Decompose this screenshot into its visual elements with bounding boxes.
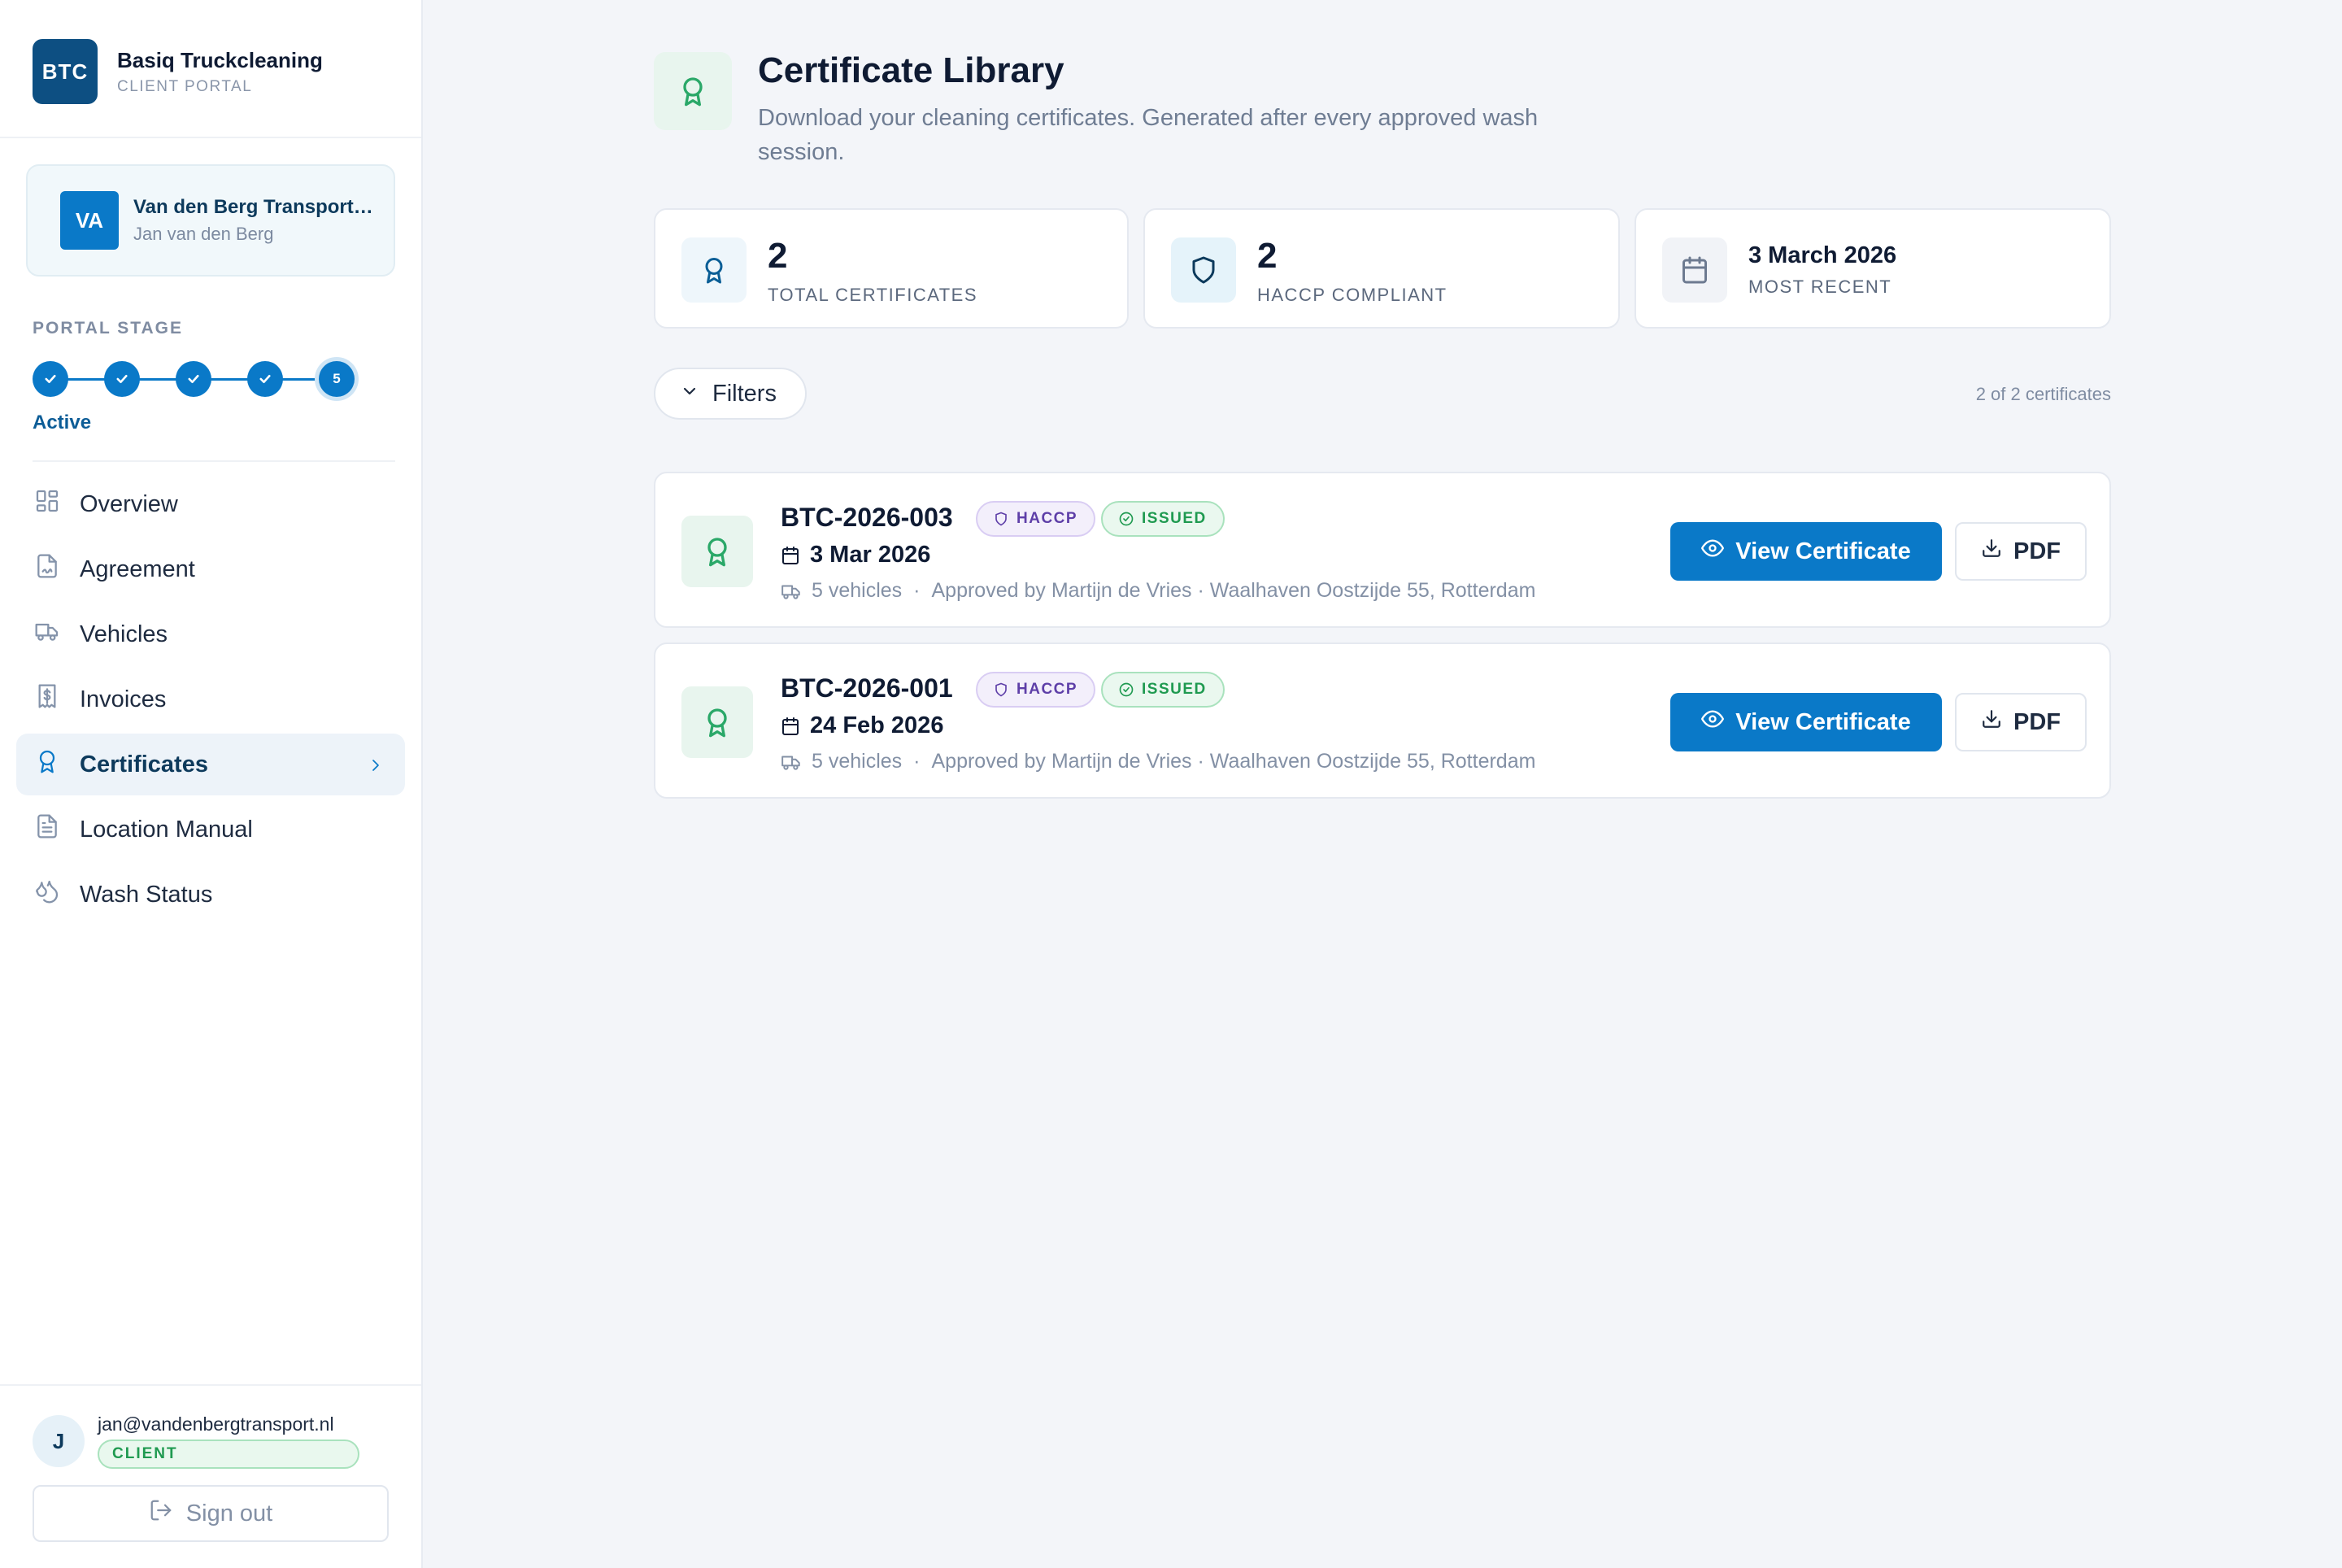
page-title: Certificate Library: [758, 50, 1064, 90]
sidebar-item-label: Invoices: [80, 686, 167, 712]
divider: [33, 460, 395, 462]
log-out-icon: [149, 1498, 186, 1529]
droplets-icon: [34, 878, 60, 911]
role-badge: CLIENT: [98, 1440, 359, 1469]
shield-icon: [995, 512, 1007, 526]
sidebar: BTC Basiq Truckcleaning CLIENT PORTAL VA…: [0, 0, 423, 1568]
step-current: 5: [319, 361, 355, 397]
eye-icon: [1701, 708, 1735, 737]
signed-document-icon: [34, 553, 60, 586]
truck-icon: [781, 585, 800, 599]
stat-label: HACCP COMPLIANT: [1257, 285, 1447, 305]
sidebar-item-invoices[interactable]: Invoices: [16, 669, 405, 730]
account-avatar: VA: [60, 191, 119, 250]
invoice-dollar-icon: [34, 683, 60, 716]
download-icon: [1981, 708, 2013, 736]
sidebar-item-location-manual[interactable]: Location Manual: [16, 799, 405, 860]
step-complete-check-icon: [104, 361, 140, 397]
portal-stage-status: Active: [33, 412, 92, 433]
brand-logo: BTC: [33, 39, 98, 104]
issued-badge: ISSUED: [1101, 672, 1225, 708]
sidebar-item-label: Overview: [80, 490, 178, 517]
step-complete-check-icon: [33, 361, 68, 397]
sidebar-item-wash-status[interactable]: Wash Status: [16, 864, 405, 926]
user-email: jan@vandenbergtransport.nl: [98, 1413, 334, 1435]
sidebar-nav: Overview Agreement Vehicles Invoices Cer…: [16, 473, 405, 929]
calendar-icon: [782, 546, 799, 564]
certificate-count: 2 of 2 certificates: [1975, 384, 2111, 404]
calendar-icon: [1662, 237, 1727, 303]
brand[interactable]: BTC Basiq Truckcleaning CLIENT PORTAL: [33, 39, 323, 104]
truck-icon: [781, 756, 800, 770]
stat-value: 2: [1257, 236, 1278, 276]
user-avatar: J: [33, 1415, 85, 1467]
divider: [0, 137, 421, 138]
certificate-row: BTC-2026-001 HACCP ISSUED 24 Feb 2026 5 …: [654, 642, 2111, 799]
award-icon: [681, 237, 747, 303]
portal-stage-stepper: 5: [33, 361, 358, 397]
divider: [0, 1384, 421, 1386]
page-subtitle: Download your cleaning certificates. Gen…: [758, 105, 1539, 165]
view-certificate-button[interactable]: View Certificate: [1670, 693, 1942, 751]
step-complete-check-icon: [176, 361, 211, 397]
sidebar-item-overview[interactable]: Overview: [16, 473, 405, 535]
issued-badge: ISSUED: [1101, 501, 1225, 537]
sidebar-item-vehicles[interactable]: Vehicles: [16, 603, 405, 665]
sidebar-item-agreement[interactable]: Agreement: [16, 538, 405, 600]
stat-label: MOST RECENT: [1748, 277, 1892, 297]
award-icon: [681, 686, 753, 758]
view-certificate-button[interactable]: View Certificate: [1670, 522, 1942, 581]
document-icon: [34, 813, 60, 846]
stat-card-total-certificates: 2 TOTAL CERTIFICATES: [654, 208, 1129, 329]
sidebar-item-label: Wash Status: [80, 881, 213, 908]
account-company: Van den Berg Transport…: [133, 196, 373, 218]
filters-button[interactable]: Filters: [654, 368, 807, 420]
sign-out-label: Sign out: [185, 1500, 273, 1527]
shield-icon: [1171, 237, 1236, 303]
chevron-down-icon: [680, 381, 712, 407]
brand-name: Basiq Truckcleaning: [117, 47, 323, 72]
stat-value: 2: [768, 236, 788, 276]
certificate-meta: 5 vehicles · Approved by Martijn de Vrie…: [781, 750, 1535, 773]
truck-icon: [34, 618, 60, 651]
chevron-right-icon: [366, 755, 385, 774]
certificate-date: 3 Mar 2026: [781, 542, 930, 568]
certificate-id: BTC-2026-003: [781, 503, 953, 532]
step-complete-check-icon: [247, 361, 283, 397]
check-circle-icon: [1119, 682, 1134, 697]
certificate-date: 24 Feb 2026: [781, 712, 943, 739]
sidebar-item-certificates[interactable]: Certificates: [16, 734, 405, 795]
filters-label: Filters: [712, 380, 777, 407]
stat-card-haccp-compliant: 2 HACCP COMPLIANT: [1143, 208, 1620, 329]
download-icon: [1981, 538, 2013, 565]
sidebar-item-label: Vehicles: [80, 621, 168, 647]
award-icon: [681, 516, 753, 587]
download-pdf-button[interactable]: PDF: [1955, 693, 2087, 751]
award-icon: [34, 748, 60, 781]
sidebar-item-label: Agreement: [80, 555, 195, 582]
sidebar-item-label: Certificates: [80, 751, 208, 777]
stat-label: TOTAL CERTIFICATES: [768, 285, 978, 305]
account-card[interactable]: VA Van den Berg Transport… Jan van den B…: [26, 164, 395, 277]
brand-subtitle: CLIENT PORTAL: [117, 77, 253, 95]
check-circle-icon: [1119, 512, 1134, 526]
grid-icon: [34, 488, 60, 520]
certificate-meta: 5 vehicles · Approved by Martijn de Vrie…: [781, 579, 1535, 603]
sidebar-item-label: Location Manual: [80, 816, 253, 843]
stat-card-most-recent: 3 March 2026 MOST RECENT: [1635, 208, 2111, 329]
account-person: Jan van den Berg: [133, 224, 274, 244]
portal-stage-label: PORTAL STAGE: [33, 319, 184, 338]
certificate-row: BTC-2026-003 HACCP ISSUED 3 Mar 2026 5 v…: [654, 472, 2111, 628]
haccp-badge: HACCP: [976, 501, 1096, 537]
certificate-id: BTC-2026-001: [781, 673, 953, 703]
eye-icon: [1701, 537, 1735, 566]
shield-icon: [995, 682, 1007, 697]
download-pdf-button[interactable]: PDF: [1955, 522, 2087, 581]
stat-value: 3 March 2026: [1748, 242, 1897, 268]
sign-out-button[interactable]: Sign out: [33, 1485, 389, 1542]
calendar-icon: [782, 716, 799, 735]
award-icon: [654, 52, 732, 130]
haccp-badge: HACCP: [976, 672, 1096, 708]
